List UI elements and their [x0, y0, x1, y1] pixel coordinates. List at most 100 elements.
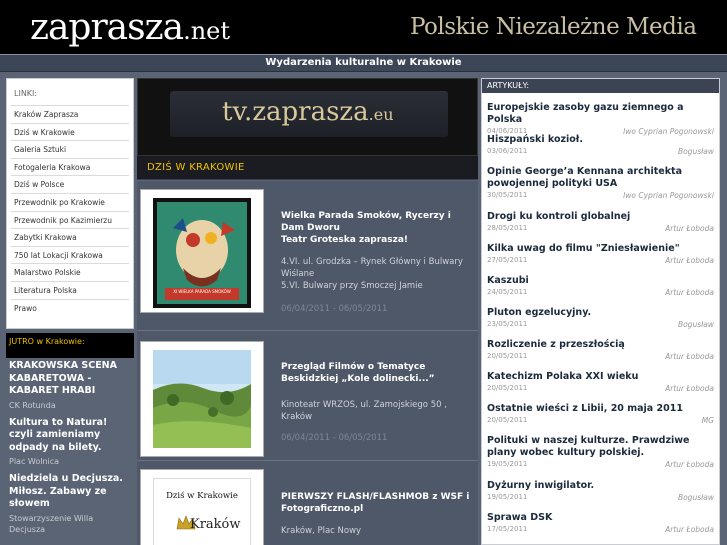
- links-panel: LINKI: Kraków Zaprasza Dziś w Krakowie G…: [6, 78, 134, 329]
- article-title[interactable]: Opinie George’a Kennana architekta powoj…: [487, 166, 714, 190]
- tomorrow-title: JUTRO w Krakowie:: [6, 333, 134, 358]
- links-title: LINKI:: [14, 89, 38, 98]
- article-item[interactable]: Katechizm Polaka XXI wieku 20/05/2011 Art…: [482, 362, 719, 394]
- today-item: Przegląd Filmów o Tematyce Beskidzkiej „…: [137, 331, 478, 461]
- article-item[interactable]: Ostatnie wieści z Libii, 20 maja 2011 20…: [482, 394, 719, 426]
- article-title[interactable]: Katechizm Polaka XXI wieku: [487, 371, 714, 383]
- link-label[interactable]: Literatura Polska: [14, 286, 77, 295]
- article-item[interactable]: Polituki w naszej kulturze. Prawdziwe pl…: [482, 426, 719, 471]
- article-date: 17/05/2011: [487, 525, 528, 533]
- event-thumbnail[interactable]: XI WIELKA PARADA SMOKÓW: [140, 189, 264, 313]
- article-title[interactable]: Rozliczenie z przeszłością: [487, 339, 714, 351]
- tomorrow-event[interactable]: Kultura to Natura! czyli zamieniamy odpa…: [6, 415, 134, 472]
- tv-banner-text[interactable]: tv.zaprasza.eu: [222, 97, 394, 127]
- link-label[interactable]: Malarstwo Polskie: [14, 268, 81, 277]
- event-thumbnail[interactable]: Dziś w Krakowie Kraków: [140, 469, 264, 545]
- page-scrollbar[interactable]: [720, 78, 727, 545]
- today-item-title[interactable]: PIERWSZY FLASH/FLASHMOB z WSF i Fotograf…: [281, 491, 471, 515]
- link-label[interactable]: Przewodnik po Krakowie: [14, 198, 105, 207]
- event-thumbnail[interactable]: [140, 341, 264, 457]
- article-item[interactable]: Europejskie zasoby gazu ziemnego a Polsk…: [482, 93, 719, 136]
- link-label[interactable]: Przewodnik po Kazimierzu: [14, 216, 112, 225]
- article-item[interactable]: Hiszpański kozioł. 03/06/2011 Bogusław: [482, 125, 719, 157]
- article-item[interactable]: Kaszubi 24/05/2011 Artur Łoboda: [482, 266, 719, 298]
- link-item[interactable]: Literatura Polska: [11, 280, 129, 299]
- link-item[interactable]: Kraków Zaprasza: [11, 105, 129, 123]
- link-item[interactable]: 750 lat Lokacji Krakowa: [11, 245, 129, 264]
- today-item-subtitle[interactable]: Teatr Groteska zaprasza!: [281, 235, 408, 245]
- article-title[interactable]: Kaszubi: [487, 275, 714, 287]
- article-item[interactable]: Kilka uwag do filmu "Zniesławienie" 27/0…: [482, 234, 719, 266]
- links-list: Kraków Zaprasza Dziś w Krakowie Galeria …: [7, 105, 133, 316]
- link-label[interactable]: Galeria Sztuki: [14, 145, 66, 154]
- logo-main[interactable]: zaprasza: [30, 7, 184, 48]
- article-author: Bogusław: [677, 493, 714, 502]
- article-date: 03/06/2011: [487, 147, 528, 155]
- thumb-caption-city: Kraków: [190, 517, 241, 532]
- tomorrow-event[interactable]: Niedziela u Decjusza. Miłosz. Zabawy ze …: [6, 471, 134, 539]
- article-item[interactable]: Dyżurny inwigilator. 19/05/2011 Bogusław: [482, 471, 719, 503]
- event-place: Stowarzyszenie Willa Decjusza: [9, 513, 94, 534]
- link-label[interactable]: Dziś w Polsce: [14, 180, 64, 189]
- logo-tld[interactable]: .net: [183, 17, 230, 45]
- link-item[interactable]: Malarstwo Polskie: [11, 263, 129, 281]
- tomorrow-event[interactable]: KRAKOWSKA SCENA KABARETOWA - KABARET HRA…: [6, 358, 134, 415]
- article-title[interactable]: Sprawa DSK: [487, 512, 714, 524]
- link-item[interactable]: Przewodnik po Krakowie: [11, 192, 129, 211]
- article-title[interactable]: Hiszpański kozioł.: [487, 134, 714, 146]
- article-title[interactable]: Pluton egzelucyjny.: [487, 307, 714, 319]
- today-item: XI WIELKA PARADA SMOKÓW Wielka Parada Sm…: [137, 181, 478, 331]
- article-title[interactable]: Europejskie zasoby gazu ziemnego a Polsk…: [487, 102, 714, 126]
- article-title[interactable]: Ostatnie wieści z Libii, 20 maja 2011: [487, 403, 714, 415]
- article-author: Bogusław: [677, 147, 714, 156]
- link-label[interactable]: 750 lat Lokacji Krakowa: [14, 251, 103, 260]
- article-date: 30/05/2011: [487, 191, 528, 199]
- link-item[interactable]: Dziś w Krakowie: [11, 122, 129, 141]
- tv-banner[interactable]: tv.zaprasza.eu: [137, 78, 478, 156]
- link-label[interactable]: Kraków Zaprasza: [14, 110, 78, 119]
- link-item[interactable]: Galeria Sztuki: [11, 140, 129, 158]
- site-subtitle: Wydarzenia kulturalne w Krakowie: [265, 57, 462, 68]
- article-title[interactable]: Dyżurny inwigilator.: [487, 480, 714, 492]
- event-title[interactable]: Niedziela u Decjusza. Miłosz. Zabawy ze …: [9, 473, 131, 511]
- article-title[interactable]: Polituki w naszej kulturze. Prawdziwe pl…: [487, 435, 714, 459]
- article-author: Artur Łoboda: [665, 460, 714, 469]
- article-title[interactable]: Drogi ku kontroli globalnej: [487, 211, 714, 223]
- link-item[interactable]: Prawo: [11, 298, 129, 317]
- mountain-landscape-image: [153, 350, 251, 448]
- event-title[interactable]: KRAKOWSKA SCENA KABARETOWA - KABARET HRA…: [9, 360, 131, 398]
- link-label[interactable]: Fotogaleria Krakowa: [14, 163, 90, 172]
- link-label[interactable]: Prawo: [14, 304, 37, 313]
- site-slogan: Polskie Niezależne Media: [410, 14, 697, 40]
- link-item[interactable]: Fotogaleria Krakowa: [11, 157, 129, 176]
- today-item-desc: 4.VI. ul. Grodzka – Rynek Główny i Bulwa…: [281, 257, 463, 291]
- event-place: CK Rotunda: [9, 400, 56, 410]
- article-item[interactable]: Pluton egzelucyjny. 23/05/2011 Bogusław: [482, 298, 719, 330]
- article-date: 23/05/2011: [487, 320, 528, 328]
- link-label[interactable]: Dziś w Krakowie: [14, 128, 75, 137]
- link-item[interactable]: Dziś w Polsce: [11, 175, 129, 193]
- article-date: 19/05/2011: [487, 460, 528, 468]
- thumb-caption: Dziś w Krakowie: [166, 491, 238, 501]
- tv-tld: .eu: [368, 105, 394, 124]
- event-title[interactable]: Kultura to Natura! czyli zamieniamy odpa…: [9, 417, 131, 455]
- tomorrow-panel: JUTRO w Krakowie: KRAKOWSKA SCENA KABARE…: [6, 333, 134, 545]
- today-item-title[interactable]: Przegląd Filmów o Tematyce Beskidzkiej „…: [281, 361, 471, 385]
- link-item[interactable]: Zabytki Krakowa: [11, 228, 129, 246]
- link-label[interactable]: Zabytki Krakowa: [14, 233, 77, 242]
- article-date: 19/05/2011: [487, 493, 528, 501]
- article-title[interactable]: Kilka uwag do filmu "Zniesławienie": [487, 243, 714, 255]
- article-item[interactable]: Sprawa DSK 17/05/2011 Artur Łoboda: [482, 503, 719, 535]
- article-item[interactable]: Rozliczenie z przeszłością 20/05/2011 Art…: [482, 330, 719, 362]
- article-author: MG: [701, 416, 714, 425]
- today-item: Dziś w Krakowie Kraków PIERWSZY FLASH/FL…: [137, 461, 478, 545]
- today-item-title[interactable]: Wielka Parada Smoków, Rycerzy i Dam Dwor…: [281, 210, 471, 246]
- articles-panel: ARTYKUŁY: Europejskie zasoby gazu ziemne…: [481, 78, 720, 545]
- link-item[interactable]: Przewodnik po Kazimierzu: [11, 210, 129, 229]
- site-logo[interactable]: zaprasza.net: [30, 8, 230, 51]
- article-item[interactable]: Drogi ku kontroli globalnej 28/05/2011 Ar…: [482, 202, 719, 234]
- today-item-title-text[interactable]: Wielka Parada Smoków, Rycerzy i Dam Dwor…: [281, 211, 451, 233]
- article-date: 24/05/2011: [487, 288, 528, 296]
- krakow-logo-image: Dziś w Krakowie Kraków: [153, 478, 251, 545]
- article-item[interactable]: Opinie George’a Kennana architekta powoj…: [482, 157, 719, 202]
